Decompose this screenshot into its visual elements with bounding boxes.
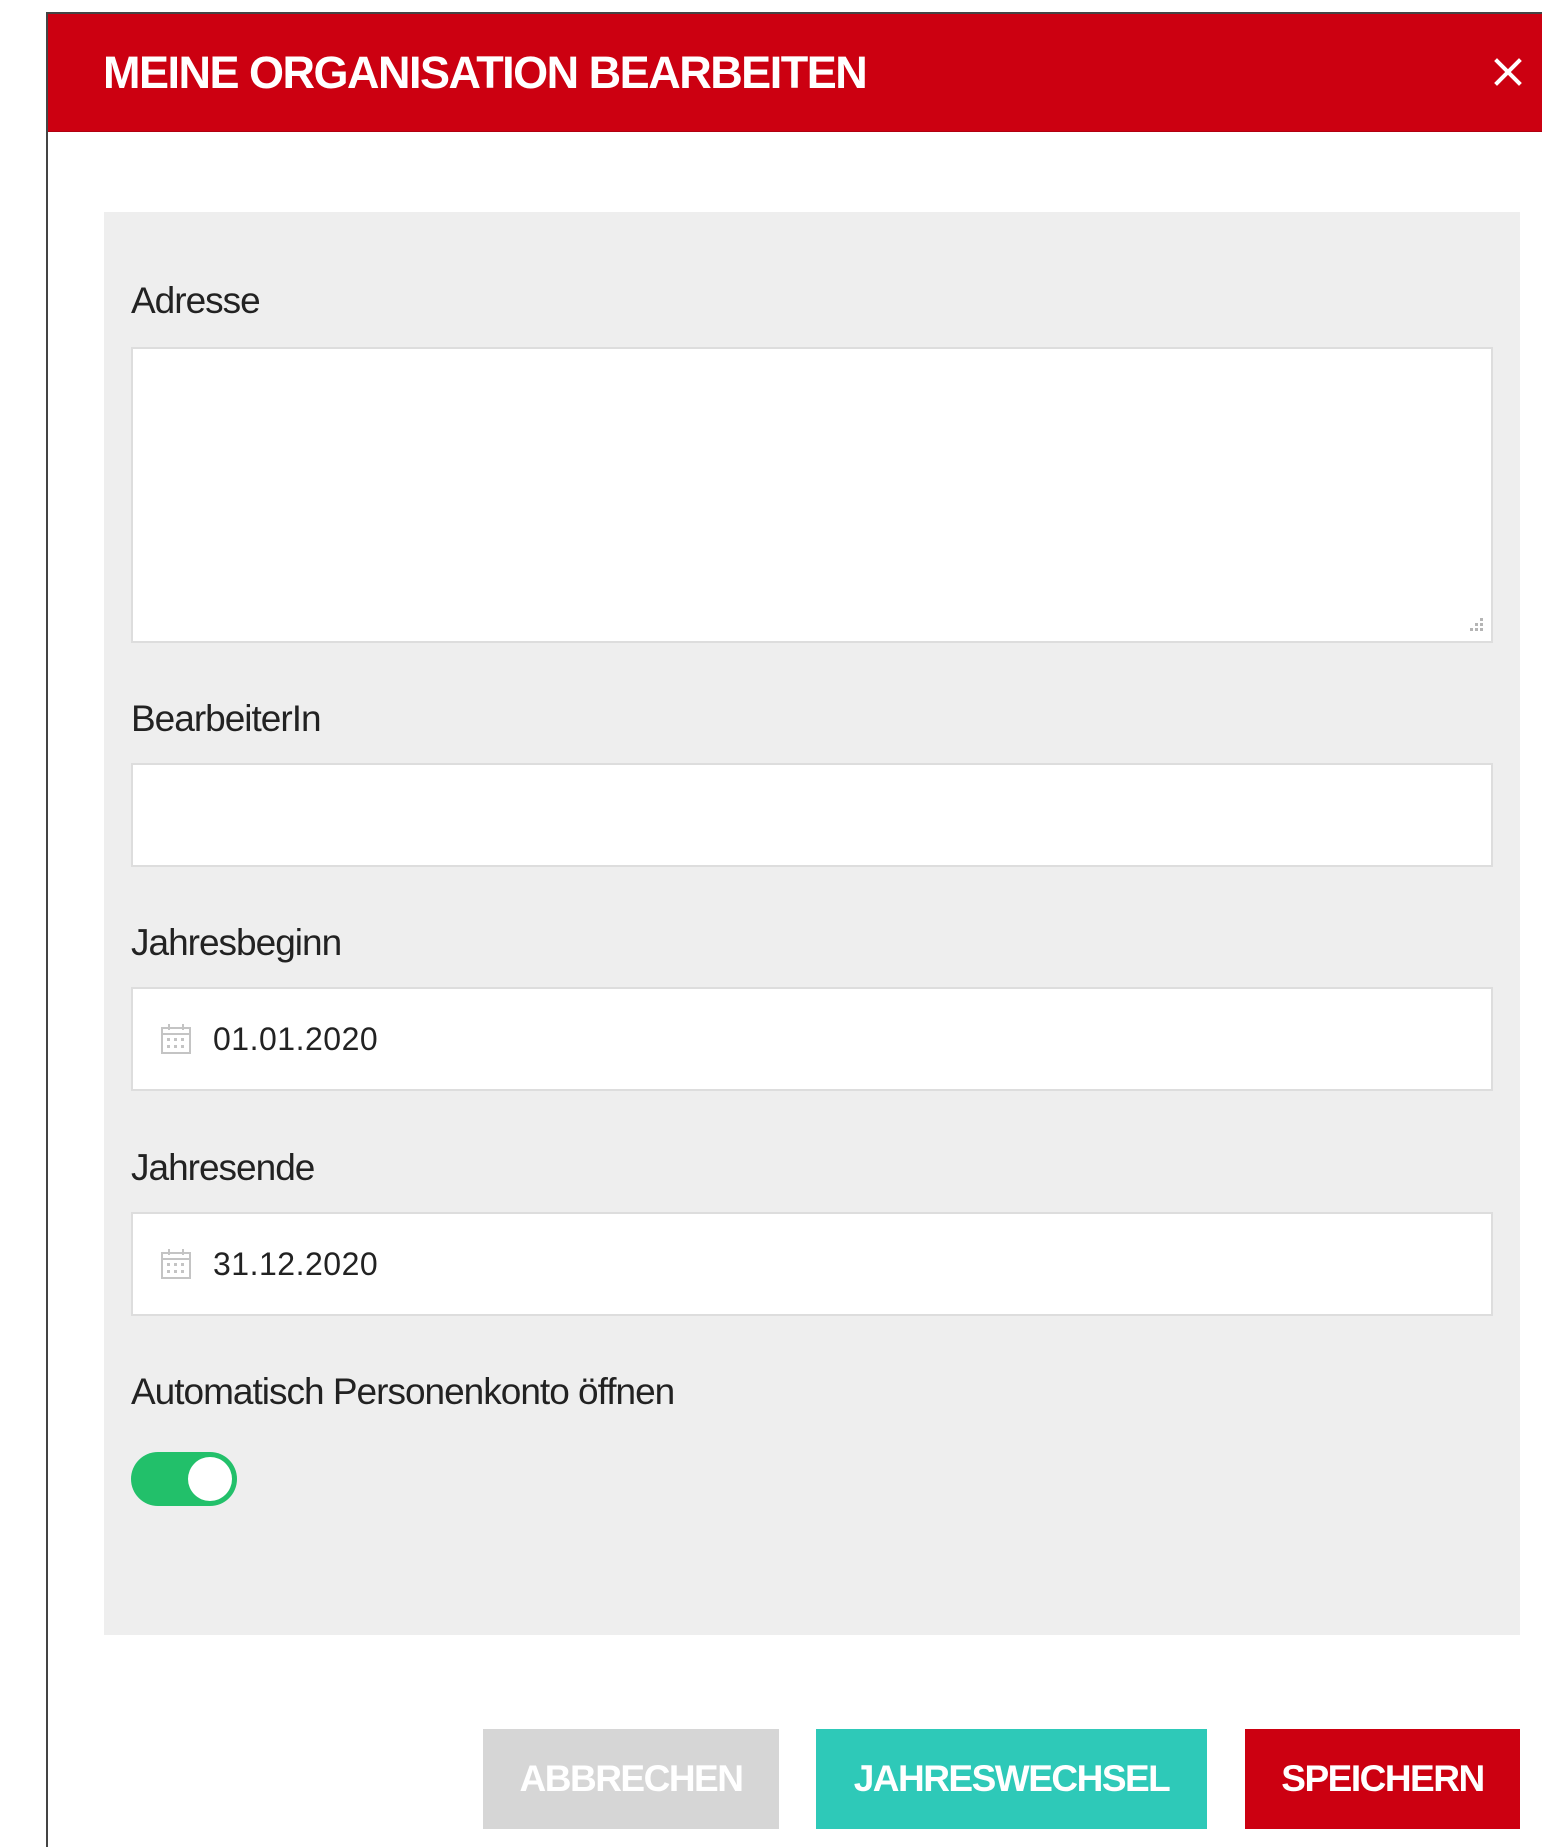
close-icon[interactable] xyxy=(1488,52,1528,92)
year-start-label: Jahresbeginn xyxy=(131,922,342,963)
auto-account-toggle[interactable] xyxy=(131,1452,237,1506)
calendar-icon xyxy=(161,1249,191,1279)
editor-input[interactable] xyxy=(131,763,1493,867)
year-start-value: 01.01.2020 xyxy=(213,1021,379,1057)
auto-account-label: Automatisch Personenkonto öffnen xyxy=(131,1371,675,1412)
edit-organization-dialog: MEINE ORGANISATION BEARBEITEN Adresse Be… xyxy=(46,12,1542,1847)
year-end-date-input[interactable]: 31.12.2020 xyxy=(131,1212,1493,1316)
cancel-button[interactable]: ABBRECHEN xyxy=(483,1729,779,1829)
dialog-title: MEINE ORGANISATION BEARBEITEN xyxy=(103,47,868,98)
year-end-value: 31.12.2020 xyxy=(213,1246,379,1282)
save-button[interactable]: SPEICHERN xyxy=(1245,1729,1520,1829)
toggle-knob xyxy=(188,1457,232,1501)
dialog-header: MEINE ORGANISATION BEARBEITEN xyxy=(48,14,1542,132)
form-panel: Adresse BearbeiterIn Jahresbeginn 01.01.… xyxy=(104,212,1520,1635)
year-end-label: Jahresende xyxy=(131,1147,315,1188)
address-textarea[interactable] xyxy=(131,347,1493,643)
year-change-button[interactable]: JAHRESWECHSEL xyxy=(816,1729,1207,1829)
calendar-icon xyxy=(161,1024,191,1054)
page: MEINE ORGANISATION BEARBEITEN Adresse Be… xyxy=(0,0,1542,1847)
resize-handle-icon[interactable] xyxy=(1463,613,1485,635)
address-label: Adresse xyxy=(131,280,261,321)
editor-label: BearbeiterIn xyxy=(131,698,322,739)
year-start-date-input[interactable]: 01.01.2020 xyxy=(131,987,1493,1091)
